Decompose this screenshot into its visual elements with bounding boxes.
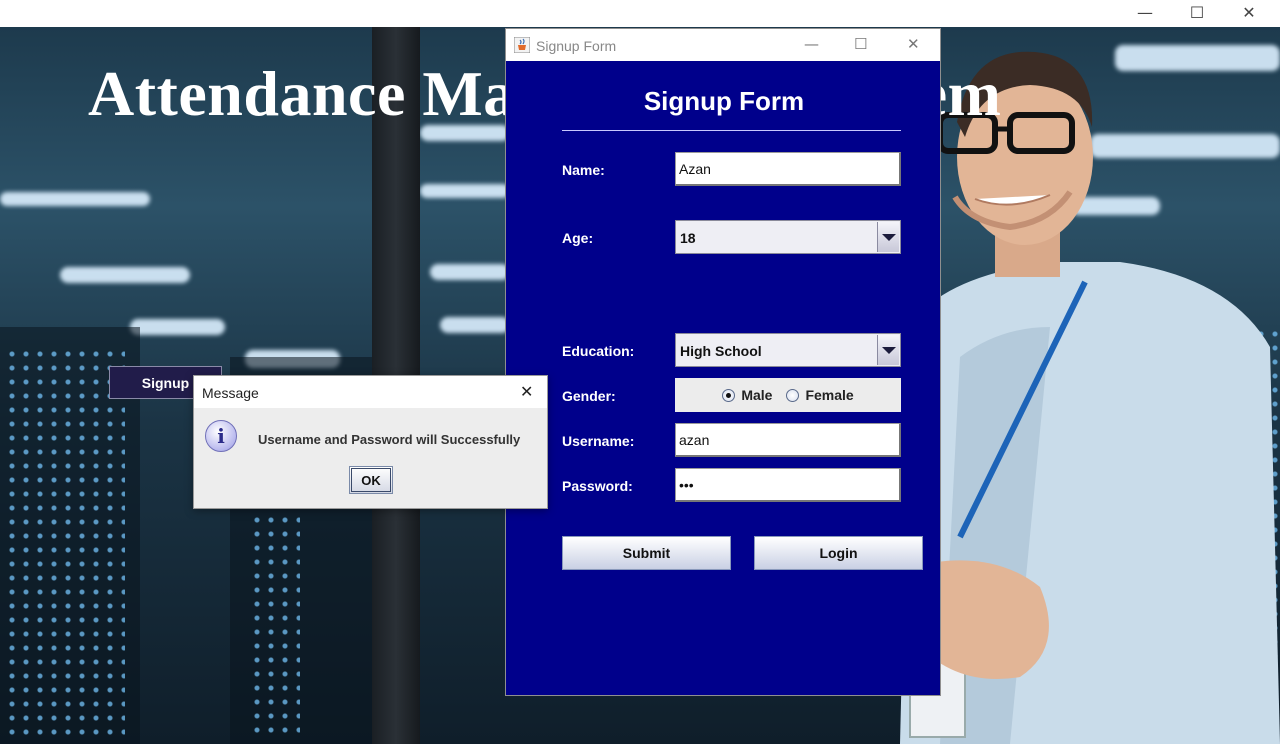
education-value: High School: [680, 343, 762, 359]
gender-female-label: Female: [805, 387, 854, 403]
username-field[interactable]: azan: [675, 423, 901, 457]
dialog-titlebar: Message ✕: [194, 376, 547, 408]
divider: [562, 130, 901, 131]
dialog-close-button[interactable]: ✕: [520, 382, 533, 401]
education-label: Education:: [562, 343, 635, 359]
message-dialog: Message ✕ i Username and Password will S…: [193, 375, 548, 509]
gender-male-option[interactable]: Male: [722, 387, 772, 403]
dialog-message: Username and Password will Successfully: [258, 432, 521, 447]
ok-button[interactable]: OK: [349, 466, 393, 494]
radio-male[interactable]: [722, 388, 736, 402]
main-close-button[interactable]: ✕: [1222, 0, 1276, 24]
age-select[interactable]: 18: [675, 220, 901, 254]
age-label: Age:: [562, 230, 594, 246]
gender-label: Gender:: [562, 388, 616, 404]
gender-male-label: Male: [741, 387, 773, 403]
signup-titlebar: Signup Form — ☐ ✕: [506, 29, 940, 61]
password-label: Password:: [562, 478, 633, 494]
close-button[interactable]: ✕: [907, 35, 920, 53]
age-value: 18: [680, 230, 696, 246]
username-label: Username:: [562, 433, 635, 449]
window-title: Signup Form: [536, 38, 617, 54]
main-titlebar: — ☐ ✕: [0, 0, 1280, 27]
signup-window: Signup Form — ☐ ✕ Signup Form Name: Azan…: [505, 28, 941, 696]
login-button[interactable]: Login: [754, 536, 923, 570]
password-field[interactable]: •••: [675, 468, 901, 502]
minimize-button[interactable]: —: [804, 35, 819, 53]
name-field[interactable]: Azan: [675, 152, 901, 186]
chevron-down-icon[interactable]: [877, 335, 899, 365]
dialog-title: Message: [202, 385, 259, 401]
education-select[interactable]: High School: [675, 333, 901, 367]
name-label: Name:: [562, 162, 605, 178]
person-illustration: [900, 51, 1280, 744]
chevron-down-icon[interactable]: [877, 222, 899, 252]
submit-button[interactable]: Submit: [562, 536, 731, 570]
gender-female-option[interactable]: Female: [786, 387, 854, 403]
form-heading: Signup Form: [643, 86, 805, 116]
main-minimize-button[interactable]: —: [1118, 0, 1172, 24]
info-icon: i: [205, 420, 237, 452]
gender-radio-group: Male Female: [675, 378, 901, 412]
maximize-button[interactable]: ☐: [854, 35, 867, 53]
java-icon: [514, 37, 530, 53]
radio-female[interactable]: [786, 388, 800, 402]
main-maximize-button[interactable]: ☐: [1170, 0, 1224, 24]
